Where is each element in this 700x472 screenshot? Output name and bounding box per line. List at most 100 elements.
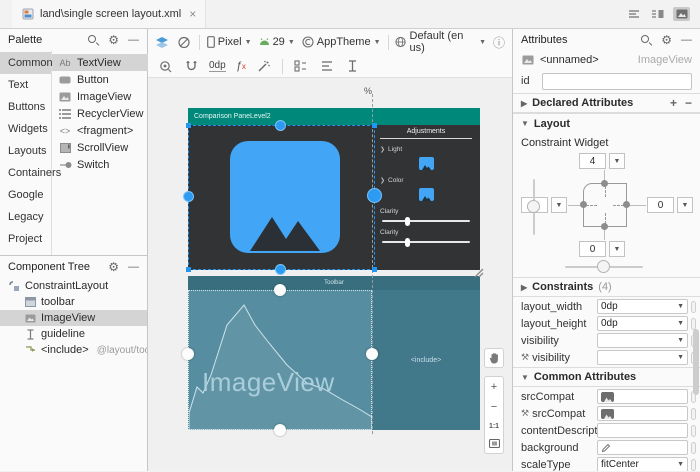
minimize-icon[interactable]: — — [128, 262, 139, 273]
selection-handle[interactable] — [366, 348, 378, 360]
layout-height-dropdown[interactable]: 0dp▼ — [597, 316, 688, 331]
background-field[interactable] — [597, 440, 688, 455]
design-surface-icon[interactable] — [155, 34, 170, 50]
minimize-icon[interactable]: — — [681, 35, 692, 46]
layout-width-dropdown[interactable]: 0dp▼ — [597, 299, 688, 314]
zoom-out-button[interactable]: − — [491, 402, 497, 413]
infer-constraints-icon[interactable] — [256, 58, 272, 74]
top-margin-dropdown[interactable]: 4▼ — [579, 153, 625, 169]
chevron-down-icon[interactable]: ▼ — [551, 197, 567, 213]
zoom-in-button[interactable]: + — [491, 382, 497, 393]
palette-category-layouts[interactable]: Layouts — [0, 140, 51, 162]
selection-handle[interactable] — [182, 348, 194, 360]
contentdescription-field[interactable] — [597, 423, 688, 438]
common-attributes-section[interactable]: ▼ Common Attributes — [513, 367, 700, 387]
design-view-screen[interactable]: Comparison PaneLevel2 Adjustments ❯ Ligh… — [188, 108, 480, 270]
guidelines-icon[interactable] — [345, 58, 361, 74]
default-margin-dropdown[interactable]: 0dp — [209, 60, 226, 72]
orientation-icon[interactable] — [177, 34, 192, 50]
palette-category-common[interactable]: Common — [0, 52, 51, 74]
selection-handle[interactable] — [274, 424, 286, 436]
gear-icon[interactable]: ⚙ — [108, 34, 119, 46]
search-icon[interactable] — [641, 35, 652, 46]
palette-item-textview[interactable]: Ab TextView — [52, 54, 161, 71]
design-canvas[interactable]: % Comparison PaneLevel2 Adjustments — [148, 78, 512, 471]
locale-dropdown[interactable]: Default (en us)▼ — [395, 30, 486, 54]
top-spring[interactable] — [605, 186, 606, 197]
palette-item-button[interactable]: Button — [52, 71, 161, 88]
remove-attribute-icon[interactable]: − — [685, 96, 692, 110]
theme-dropdown[interactable]: AppTheme▼ — [302, 36, 381, 48]
palette-item-fragment[interactable]: <> <fragment> — [52, 122, 161, 139]
close-tab-icon[interactable]: × — [189, 7, 196, 21]
palette-category-containers[interactable]: Containers — [0, 162, 51, 184]
split-view-icon[interactable] — [649, 7, 666, 21]
palette-category-widgets[interactable]: Widgets — [0, 118, 51, 140]
layout-section[interactable]: ▼ Layout — [513, 113, 700, 133]
palette-category-google[interactable]: Google — [0, 184, 51, 206]
search-icon[interactable] — [88, 35, 99, 46]
add-attribute-icon[interactable]: + — [670, 96, 677, 110]
constraint-box[interactable] — [583, 183, 627, 227]
pin-toggle[interactable] — [691, 301, 696, 313]
slider-thumb[interactable] — [405, 238, 410, 247]
chevron-down-icon[interactable]: ▼ — [677, 197, 693, 213]
left-anchor[interactable] — [580, 201, 587, 208]
chevron-down-icon[interactable]: ▼ — [609, 241, 625, 257]
code-view-icon[interactable] — [625, 7, 642, 21]
tree-node-include[interactable]: <include> @layout/tools_single... — [0, 342, 147, 358]
srccompat-field[interactable] — [597, 389, 688, 404]
palette-item-imageview[interactable]: ImageView — [52, 88, 161, 105]
pack-icon[interactable] — [293, 58, 309, 74]
chevron-down-icon[interactable]: ▼ — [609, 153, 625, 169]
vertical-bias-knob[interactable] — [527, 200, 540, 213]
palette-item-switch[interactable]: Switch — [52, 156, 161, 173]
clarity-slider-1[interactable] — [382, 220, 470, 222]
right-anchor[interactable] — [623, 201, 630, 208]
pin-toggle[interactable] — [691, 408, 696, 420]
scaletype-dropdown[interactable]: fitCenter▼ — [597, 457, 688, 471]
clarity-slider-2[interactable] — [382, 241, 470, 243]
tools-visibility-dropdown[interactable]: ▼ — [597, 350, 688, 365]
imageview-placeholder[interactable] — [230, 141, 340, 253]
vertical-guideline[interactable] — [372, 94, 373, 434]
blueprint-view-screen[interactable]: Toolbar ImageView <include> — [188, 276, 480, 430]
pin-toggle[interactable] — [691, 459, 696, 471]
info-icon[interactable]: ⓘ — [493, 34, 505, 51]
tree-node-imageview[interactable]: ImageView — [0, 310, 147, 326]
api-level-dropdown[interactable]: 29▼ — [259, 36, 295, 48]
id-input[interactable] — [542, 73, 692, 90]
tree-node-guideline[interactable]: guideline — [0, 326, 147, 342]
bottom-margin-dropdown[interactable]: 0▼ — [579, 241, 625, 257]
tree-node-constraintlayout[interactable]: ConstraintLayout — [0, 278, 147, 294]
pin-toggle[interactable] — [691, 425, 696, 437]
selection-handle[interactable] — [274, 284, 286, 296]
zoom-100-button[interactable]: 1:1 — [489, 423, 499, 430]
view-options-icon[interactable] — [157, 58, 173, 74]
bottom-anchor[interactable] — [601, 223, 608, 230]
horizontal-bias-knob[interactable] — [597, 260, 610, 273]
top-anchor[interactable] — [601, 180, 608, 187]
align-icon[interactable] — [319, 58, 335, 74]
declared-attributes-section[interactable]: ▶ Declared Attributes + − — [513, 93, 700, 113]
pan-button[interactable] — [484, 348, 504, 368]
visibility-dropdown[interactable]: ▼ — [597, 333, 688, 348]
slider-thumb[interactable] — [405, 217, 410, 226]
constraints-section[interactable]: ▶ Constraints (4) — [513, 277, 700, 297]
palette-item-recyclerview[interactable]: RecyclerView — [52, 105, 161, 122]
screen-resize-handle[interactable] — [472, 266, 484, 278]
palette-category-text[interactable]: Text — [0, 74, 51, 96]
palette-category-buttons[interactable]: Buttons — [0, 96, 51, 118]
guideline-percent-badge[interactable]: % — [364, 86, 372, 96]
clear-constraints-icon[interactable]: ƒx — [236, 60, 246, 72]
blueprint-include-region[interactable]: <include> — [372, 290, 480, 430]
zoom-to-fit-button[interactable] — [489, 439, 500, 448]
right-margin-dropdown[interactable]: 0▼ — [647, 197, 693, 213]
device-dropdown[interactable]: Pixel▼ — [207, 36, 252, 48]
design-view-icon[interactable] — [673, 7, 690, 21]
blueprint-imageview[interactable]: ImageView — [188, 290, 372, 430]
left-spring[interactable] — [586, 205, 597, 206]
attributes-scrollbar[interactable] — [693, 329, 699, 395]
minimize-icon[interactable]: — — [128, 35, 139, 46]
palette-category-legacy[interactable]: Legacy — [0, 206, 51, 228]
